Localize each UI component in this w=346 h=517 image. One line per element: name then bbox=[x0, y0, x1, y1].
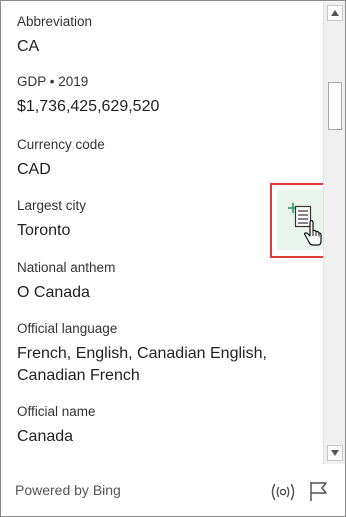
field-label: Official language bbox=[17, 321, 118, 336]
field-official-name: Official name Canada bbox=[17, 403, 96, 448]
field-label: Largest city bbox=[17, 198, 87, 213]
field-value: Canada bbox=[17, 428, 74, 445]
field-gdp: GDP • 2019 $1,736,425,629,520 bbox=[17, 73, 159, 118]
field-label: National anthem bbox=[17, 260, 116, 275]
field-label: Abbreviation bbox=[17, 14, 93, 29]
field-value: French, English, Canadian English, Canad… bbox=[17, 345, 267, 384]
card-footer: Powered by Bing bbox=[1, 464, 345, 516]
data-card-panel: Abbreviation CA GDP • 2019 $1,736,425,62… bbox=[0, 0, 346, 517]
field-abbreviation: Abbreviation CA bbox=[17, 13, 92, 58]
field-value: CAD bbox=[17, 161, 51, 178]
chevron-up-icon bbox=[331, 10, 339, 16]
field-value: $1,736,425,629,520 bbox=[17, 98, 160, 115]
scrollbar-thumb[interactable] bbox=[328, 82, 342, 130]
field-national-anthem: National anthem O Canada bbox=[17, 259, 115, 304]
field-label: Official name bbox=[17, 404, 96, 419]
field-label: Currency code bbox=[17, 137, 105, 152]
card-fields: Abbreviation CA GDP • 2019 $1,736,425,62… bbox=[1, 1, 326, 463]
field-official-language: Official language French, English, Canad… bbox=[17, 320, 282, 387]
vertical-scrollbar[interactable] bbox=[323, 2, 345, 464]
scroll-up-button[interactable] bbox=[327, 5, 343, 21]
field-largest-city: Largest city Toronto bbox=[17, 197, 86, 242]
chevron-down-icon bbox=[331, 450, 339, 456]
field-value: O Canada bbox=[17, 284, 90, 301]
field-label: GDP • 2019 bbox=[17, 74, 89, 89]
insert-data-icon bbox=[288, 203, 312, 228]
broadcast-icon[interactable] bbox=[269, 479, 297, 508]
field-currency-code: Currency code CAD bbox=[17, 136, 105, 181]
powered-by-text: Powered by Bing bbox=[15, 482, 121, 498]
scroll-down-button[interactable] bbox=[327, 445, 343, 461]
flag-icon[interactable] bbox=[307, 479, 331, 508]
insert-data-button[interactable] bbox=[277, 190, 323, 250]
field-value: CA bbox=[17, 38, 40, 55]
field-value: Toronto bbox=[17, 222, 71, 239]
